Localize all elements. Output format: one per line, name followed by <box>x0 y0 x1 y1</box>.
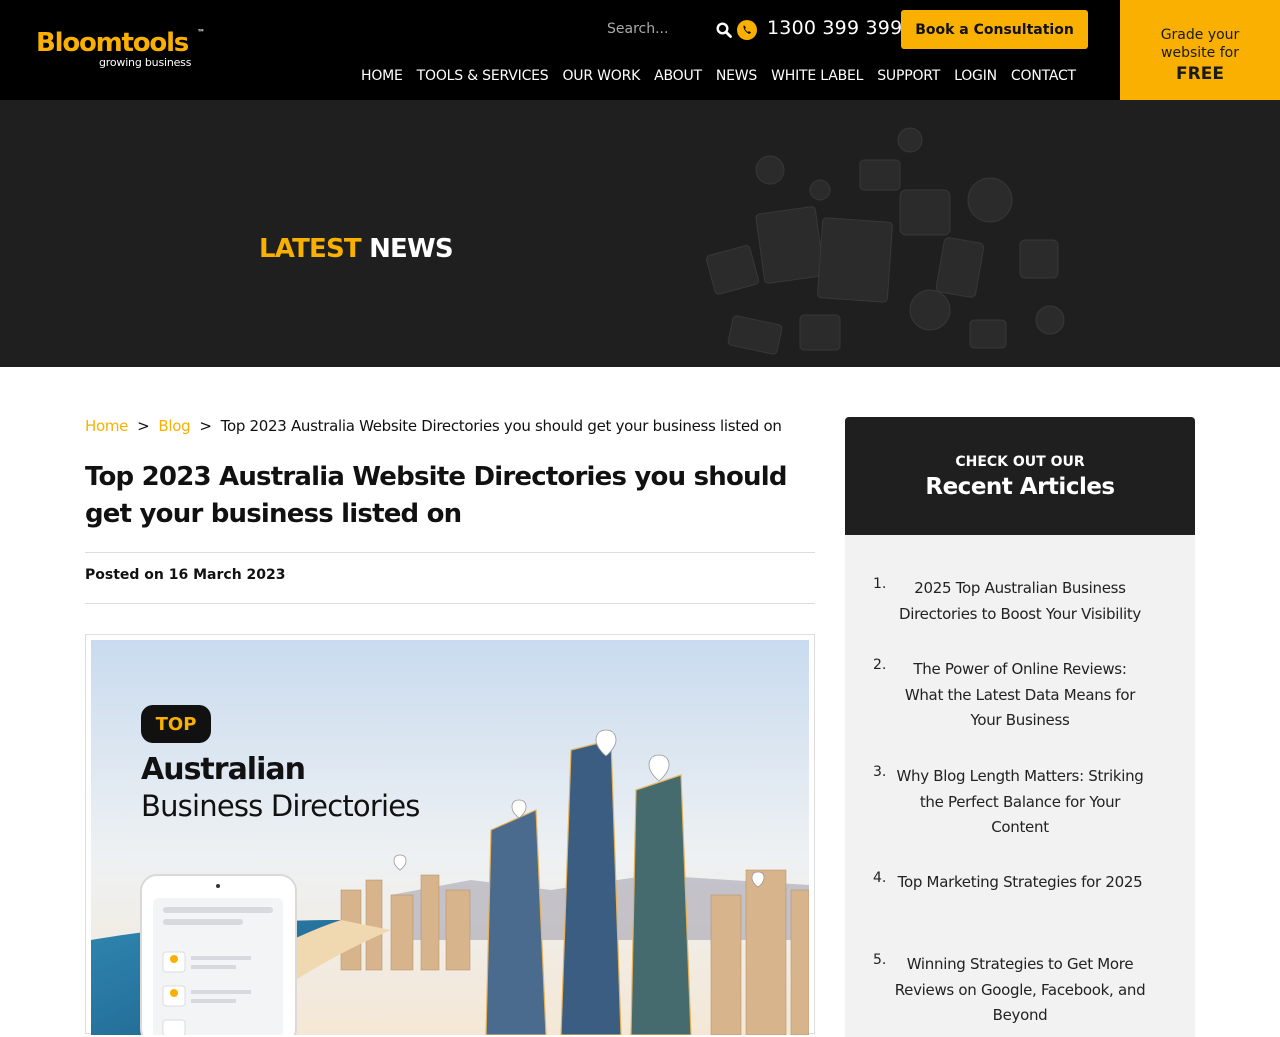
breadcrumb-home[interactable]: Home <box>85 417 128 435</box>
divider <box>85 603 815 604</box>
recent-article-link[interactable]: Winning Strategies to Get More Reviews o… <box>893 952 1147 1029</box>
nav-about[interactable]: ABOUT <box>647 65 709 87</box>
image-heading-line-1: Australian <box>141 752 306 787</box>
grade-line-3: FREE <box>1176 64 1224 84</box>
recent-article-link[interactable]: 2025 Top Australian Business Directories… <box>893 576 1147 627</box>
main-nav: HOME TOOLS & SERVICES OUR WORK ABOUT NEW… <box>354 65 1083 87</box>
breadcrumb-current: Top 2023 Australia Website Directories y… <box>220 417 782 435</box>
breadcrumb: Home > Blog > Top 2023 Australia Website… <box>85 417 782 435</box>
phone-icon <box>737 20 757 40</box>
posted-date: Posted on 16 March 2023 <box>85 567 286 583</box>
article-featured-image: TOP Australian Business Directories <box>85 634 815 1035</box>
hero-background-illustration <box>705 127 1065 355</box>
nav-contact[interactable]: CONTACT <box>1004 65 1083 87</box>
search-input[interactable] <box>596 14 708 44</box>
hero-banner: LATEST NEWS <box>0 100 1280 367</box>
bloomtools-logo[interactable]: Bloomtools ™ growing business <box>36 28 216 74</box>
recent-article-link[interactable]: Top Marketing Strategies for 2025 <box>893 870 1147 896</box>
image-heading-line-2: Business Directories <box>141 789 420 823</box>
recent-article-link[interactable]: The Power of Online Reviews: What the La… <box>893 657 1147 734</box>
list-item-number: 1. <box>873 576 887 592</box>
sidebar-title: Recent Articles <box>925 474 1115 500</box>
nav-tools-services[interactable]: TOOLS & SERVICES <box>410 65 556 87</box>
image-top-badge: TOP <box>141 705 211 743</box>
logo-trademark: ™ <box>197 28 205 37</box>
site-header: Bloomtools ™ growing business 1300 399 3… <box>0 0 1280 120</box>
recent-article-link[interactable]: Why Blog Length Matters: Striking the Pe… <box>893 764 1147 841</box>
nav-white-label[interactable]: WHITE LABEL <box>764 65 870 87</box>
breadcrumb-separator: > <box>199 417 212 435</box>
hero-title: LATEST NEWS <box>259 234 454 264</box>
nav-login[interactable]: LOGIN <box>947 65 1004 87</box>
search-box <box>596 14 736 44</box>
breadcrumb-blog[interactable]: Blog <box>158 417 190 435</box>
recent-articles-sidebar: CHECK OUT OUR Recent Articles 1. 2025 To… <box>845 417 1195 1037</box>
list-item-number: 5. <box>873 952 887 968</box>
book-consultation-button[interactable]: Book a Consultation <box>901 10 1088 49</box>
hero-title-rest: NEWS <box>369 234 454 264</box>
nav-support[interactable]: SUPPORT <box>870 65 947 87</box>
search-icon[interactable] <box>716 22 732 38</box>
logo-tagline: growing business <box>99 56 192 69</box>
sidebar-kicker: CHECK OUT OUR <box>955 454 1085 470</box>
sidebar-header: CHECK OUT OUR Recent Articles <box>845 417 1195 535</box>
nav-home[interactable]: HOME <box>354 65 410 87</box>
nav-our-work[interactable]: OUR WORK <box>555 65 647 87</box>
grade-line-1: Grade your <box>1160 27 1240 43</box>
featured-image-graphic <box>91 640 809 1035</box>
breadcrumb-separator: > <box>137 417 150 435</box>
phone-number[interactable]: 1300 399 399 <box>767 17 902 39</box>
list-item-number: 2. <box>873 657 887 673</box>
divider <box>85 552 815 553</box>
grade-line-2: website for <box>1161 45 1239 61</box>
list-item-number: 3. <box>873 764 887 780</box>
hero-title-accent: LATEST <box>259 234 362 264</box>
article-title: Top 2023 Australia Website Directories y… <box>85 462 787 529</box>
list-item-number: 4. <box>873 870 887 886</box>
logo-wordmark: Bloomtools <box>36 28 189 58</box>
nav-news[interactable]: NEWS <box>709 65 764 87</box>
